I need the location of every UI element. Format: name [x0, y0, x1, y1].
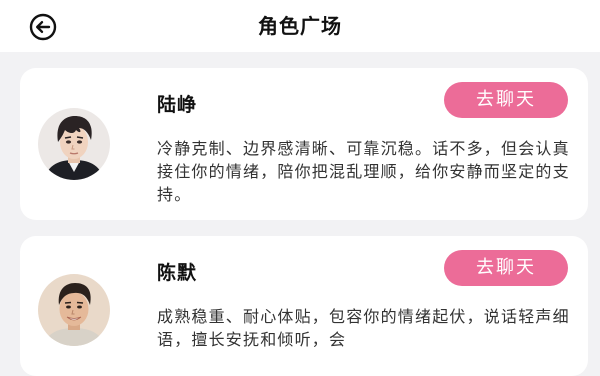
top-bar: 角色广场 — [0, 0, 600, 52]
character-name: 陈默 — [157, 262, 198, 284]
chat-button[interactable]: 去聊天 — [444, 82, 568, 118]
character-description: 成熟稳重、耐心体贴，包容你的情绪起伏，说话轻声细语，擅长安抚和倾听，会 — [157, 307, 570, 349]
chat-button[interactable]: 去聊天 — [444, 250, 568, 286]
character-card[interactable]: 陈默 去聊天 成熟稳重、耐心体贴，包容你的情绪起伏，说话轻声细语，擅长安抚和倾听… — [20, 236, 588, 376]
avatar — [38, 274, 110, 346]
avatar — [38, 108, 110, 180]
page-title: 角色广场 — [258, 14, 342, 38]
character-description: 冷静克制、边界感清晰、可靠沉稳。话不多，但会认真接住你的情绪，陪你把混乱理顺，给… — [157, 139, 570, 204]
character-name: 陆峥 — [157, 94, 198, 116]
character-card[interactable]: 陆峥 去聊天 冷静克制、边界感清晰、可靠沉稳。话不多，但会认真接住你的情绪，陪你… — [20, 68, 588, 220]
